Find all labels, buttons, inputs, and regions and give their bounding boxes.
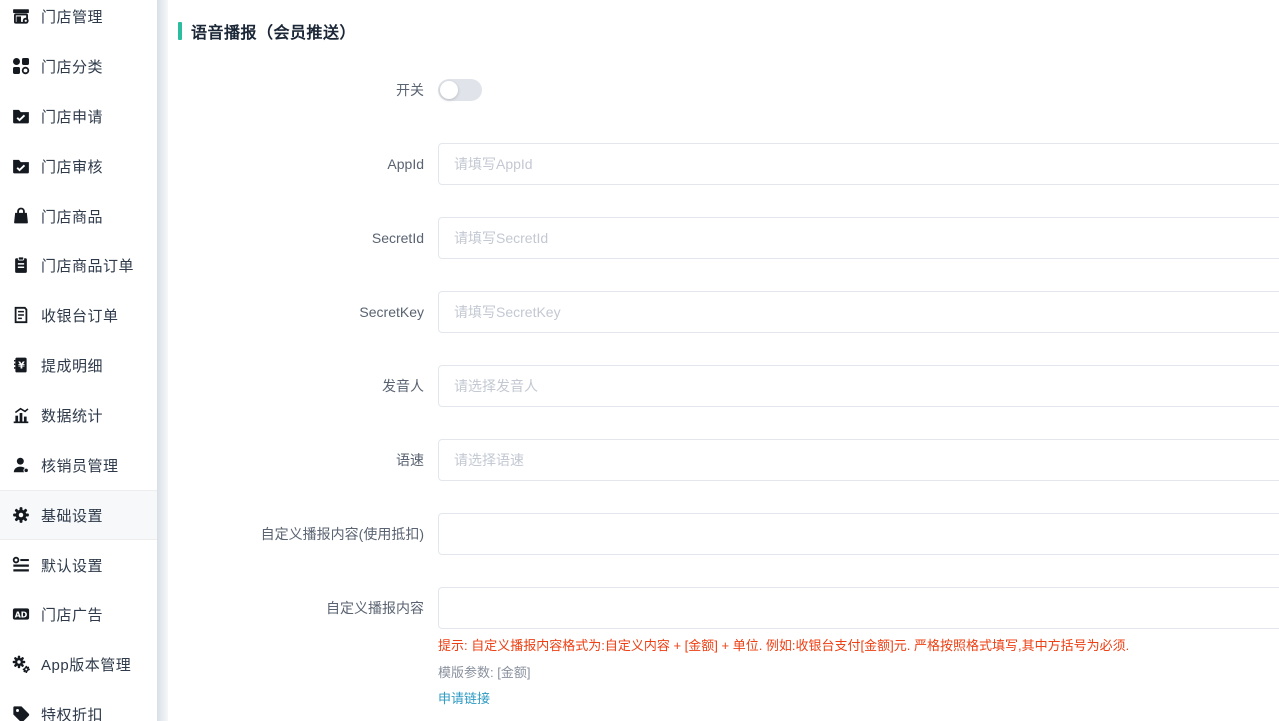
custom-content-deduction-input[interactable] xyxy=(438,513,1279,555)
sidebar-item-data-statistics[interactable]: 数据统计 xyxy=(0,390,157,440)
sidebar-item-commission-detail[interactable]: ¥ 提成明细 xyxy=(0,340,157,390)
svg-text:¥: ¥ xyxy=(18,360,25,371)
sidebar-item-label: 门店审核 xyxy=(41,156,103,177)
sidebar-scrollbar[interactable] xyxy=(157,0,168,721)
title-accent-bar xyxy=(178,22,182,40)
form-row-custom-content: 自定义播报内容 xyxy=(168,587,1279,629)
form-row-speech-rate: 语速 xyxy=(168,439,1279,481)
sidebar-item-label: 门店分类 xyxy=(41,56,103,77)
speech-rate-select[interactable] xyxy=(438,439,1279,481)
sidebar-item-label: 门店商品 xyxy=(41,206,103,227)
field-label: 自定义播报内容(使用抵扣) xyxy=(168,513,424,555)
sidebar-item-store-application[interactable]: 门店申请 xyxy=(0,91,157,141)
sidebar-item-app-version[interactable]: App版本管理 xyxy=(0,639,157,689)
clipboard-icon xyxy=(11,256,30,275)
user-icon xyxy=(11,456,30,475)
sidebar-item-label: 提成明细 xyxy=(41,355,103,376)
bar-chart-icon xyxy=(11,406,30,425)
form-row-secretid: SecretId xyxy=(168,217,1279,259)
receipt-icon xyxy=(11,306,30,325)
secretid-input[interactable] xyxy=(438,217,1279,259)
sidebar-item-store-review[interactable]: 门店审核 xyxy=(0,141,157,191)
sidebar-item-cashier-orders[interactable]: 收银台订单 xyxy=(0,290,157,340)
yuan-ledger-icon: ¥ xyxy=(11,356,30,375)
speaker-select[interactable] xyxy=(438,365,1279,407)
sidebar-item-label: App版本管理 xyxy=(41,654,131,675)
sidebar-item-store-category[interactable]: 门店分类 xyxy=(0,41,157,91)
apply-link[interactable]: 申请链接 xyxy=(438,688,490,707)
page: 门店管理 门店分类 门店申请 门店审核 门店商品 xyxy=(0,0,1279,721)
sidebar-item-label: 门店商品订单 xyxy=(41,255,134,276)
sidebar-item-label: 门店广告 xyxy=(41,604,103,625)
page-title: 语音播报（会员推送） xyxy=(191,19,356,43)
format-hint-error: 提示: 自定义播报内容格式为:自定义内容 + [金额] + 单位. 例如:收银台… xyxy=(438,635,1129,654)
svg-text:AD: AD xyxy=(14,610,27,619)
sidebar-item-default-settings[interactable]: 默认设置 xyxy=(0,540,157,590)
sidebar-item-store-management[interactable]: 门店管理 xyxy=(0,0,157,41)
switch-label: 开关 xyxy=(168,69,424,111)
sidebar-item-store-goods[interactable]: 门店商品 xyxy=(0,191,157,241)
form-row-custom-content-deduction: 自定义播报内容(使用抵扣) xyxy=(168,513,1279,555)
folder-check-icon xyxy=(11,157,30,176)
secretkey-input[interactable] xyxy=(438,291,1279,333)
sidebar-item-label: 数据统计 xyxy=(41,405,103,426)
template-param-text: 模版参数: [金额] xyxy=(438,662,530,681)
settings-list-icon xyxy=(11,556,30,575)
shopping-bag-icon xyxy=(11,207,30,226)
sidebar-item-privilege-discount[interactable]: 特权折扣 xyxy=(0,689,157,721)
field-label: 语速 xyxy=(168,439,424,481)
field-label: 自定义播报内容 xyxy=(168,587,424,629)
discount-tag-icon xyxy=(11,705,30,721)
sidebar-item-label: 门店申请 xyxy=(41,106,103,127)
field-label: SecretKey xyxy=(168,291,424,333)
form-row-voice-speaker: 发音人 xyxy=(168,365,1279,407)
section-title: 语音播报（会员推送） xyxy=(178,19,356,43)
sidebar-item-label: 门店管理 xyxy=(41,6,103,27)
sidebar-item-label: 基础设置 xyxy=(41,505,103,526)
switch-knob xyxy=(440,81,458,99)
appid-input[interactable] xyxy=(438,143,1279,185)
folder-check-icon xyxy=(11,107,30,126)
sidebar-item-label: 核销员管理 xyxy=(41,455,119,476)
gear-icon xyxy=(11,506,30,525)
main-content: 语音播报（会员推送） 开关 AppId SecretId SecretKey 发… xyxy=(168,0,1279,721)
sidebar: 门店管理 门店分类 门店申请 门店审核 门店商品 xyxy=(0,0,168,721)
category-grid-icon xyxy=(11,57,30,76)
sidebar-item-label: 收银台订单 xyxy=(41,305,119,326)
ad-badge-icon: AD xyxy=(11,605,30,624)
sidebar-item-basic-settings[interactable]: 基础设置 xyxy=(0,490,157,540)
sidebar-item-verifier-management[interactable]: 核销员管理 xyxy=(0,440,157,490)
sidebar-item-store-goods-orders[interactable]: 门店商品订单 xyxy=(0,240,157,290)
storefront-gear-icon xyxy=(11,7,30,26)
sidebar-item-label: 特权折扣 xyxy=(41,704,103,721)
field-label: AppId xyxy=(168,143,424,185)
field-label: 发音人 xyxy=(168,365,424,407)
form-row-appid: AppId xyxy=(168,143,1279,185)
voice-broadcast-switch[interactable] xyxy=(438,79,482,101)
form-row-secretkey: SecretKey xyxy=(168,291,1279,333)
sidebar-item-store-ads[interactable]: AD 门店广告 xyxy=(0,589,157,639)
custom-content-input[interactable] xyxy=(438,587,1279,629)
gears-icon xyxy=(11,655,30,674)
field-label: SecretId xyxy=(168,217,424,259)
sidebar-item-label: 默认设置 xyxy=(41,555,103,576)
